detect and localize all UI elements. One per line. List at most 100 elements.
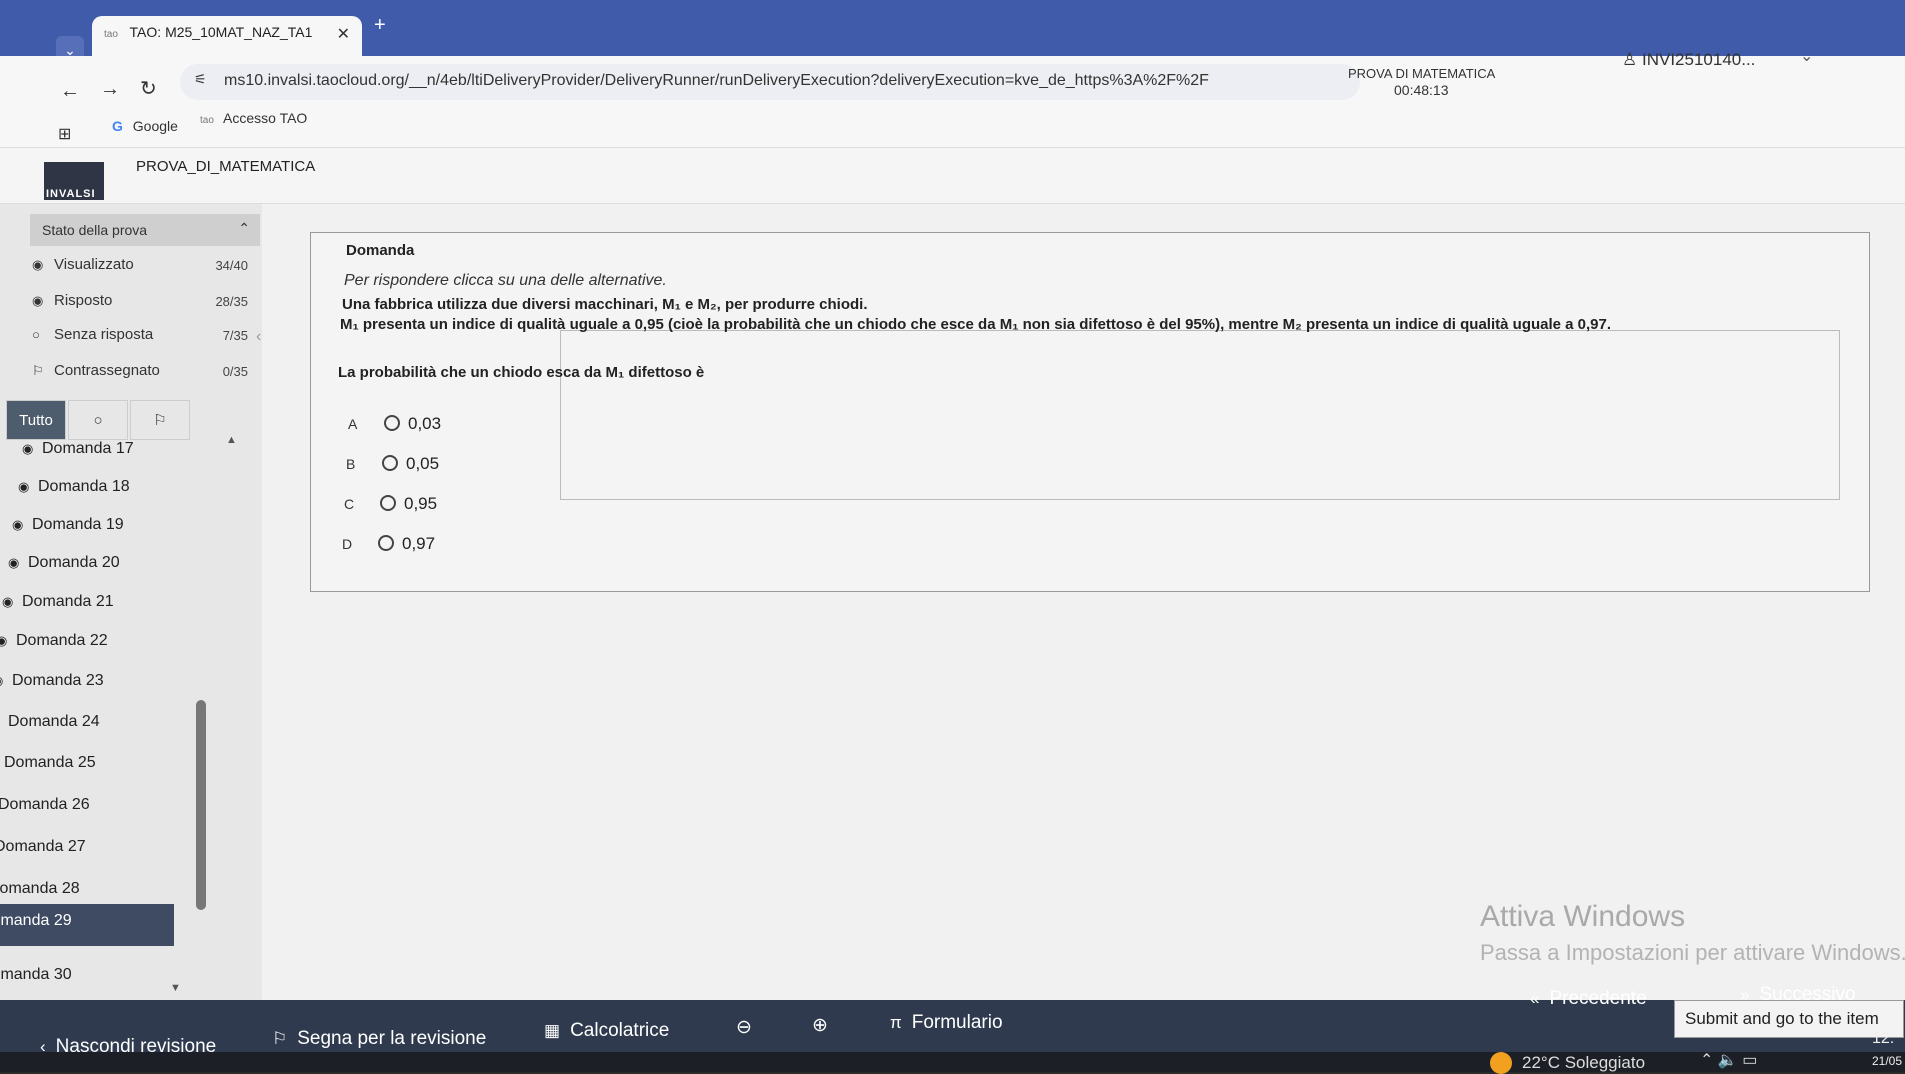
flag-icon: ⚐: [272, 1029, 288, 1048]
status-senza-risposta: ○ Senza risposta 7/35: [32, 326, 252, 356]
question-item[interactable]: ◉Domanda 24: [0, 705, 162, 741]
pi-icon: π: [890, 1013, 902, 1032]
question-item-active[interactable]: Domanda 29: [0, 904, 174, 946]
tao-favicon-icon: tao: [104, 29, 118, 40]
new-tab-button[interactable]: +: [374, 14, 386, 37]
user-info: ♙ INVI2510140...: [1622, 50, 1755, 70]
radio-filled-icon: ◉: [2, 594, 14, 609]
tab-title: TAO: M25_10MAT_NAZ_TA1: [129, 24, 313, 40]
choice-letter: B: [346, 456, 356, 472]
radio-button[interactable]: [378, 535, 394, 551]
question-inner-frame: [560, 330, 1840, 500]
taskbar-date[interactable]: 21/05: [1872, 1054, 1902, 1068]
google-icon: G: [112, 118, 123, 134]
question-item[interactable]: Domanda 26: [0, 788, 172, 824]
question-item[interactable]: ◉ Domanda 21: [2, 585, 176, 621]
formulario-button[interactable]: π Formulario: [890, 1012, 1003, 1034]
choice-value: 0,95: [404, 494, 438, 513]
status-label: Visualizzato: [54, 256, 134, 273]
previous-button[interactable]: «Precedente: [1530, 988, 1647, 1010]
radio-filled-icon: ◉: [0, 714, 8, 730]
question-item[interactable]: ◉ Domanda 20: [8, 546, 182, 582]
status-count: 0/35: [222, 364, 248, 379]
site-settings-icon[interactable]: ⚟: [194, 71, 207, 88]
collapse-sidebar-icon[interactable]: ‹: [256, 328, 261, 346]
user-id: INVI2510140...: [1641, 50, 1756, 69]
app-title: PROVA_DI_MATEMATICA: [136, 158, 316, 175]
choice-b[interactable]: B 0,05: [346, 454, 546, 484]
question-item[interactable]: ◉Domanda 23: [0, 664, 166, 700]
question-item[interactable]: ◉ Domanda 19: [12, 508, 186, 544]
status-risposto: ◉ Risposto 28/35: [32, 292, 252, 322]
radio-filled-icon: ◉: [0, 633, 8, 648]
address-bar[interactable]: ⚟ ms10.invalsi.taocloud.org/__n/4eb/ltiD…: [180, 64, 1360, 100]
choice-c[interactable]: C 0,95: [344, 494, 544, 524]
status-label: Risposto: [54, 292, 113, 309]
status-label: Contrassegnato: [54, 362, 160, 379]
radio-button[interactable]: [384, 415, 400, 431]
question-list: ◉ Domanda 17 ◉ Domanda 18 ◉ Domanda 19 ◉ Dom…: [0, 440, 200, 1010]
status-count: 7/35: [222, 328, 248, 343]
radio-button[interactable]: [380, 495, 396, 511]
filter-tutto[interactable]: Tutto: [6, 400, 66, 440]
question-item[interactable]: Domanda 25: [4, 746, 178, 782]
question-item[interactable]: Domanda 30: [0, 958, 154, 994]
flag-icon: ⚐: [32, 363, 44, 378]
sun-icon: [1490, 1052, 1512, 1074]
question-item[interactable]: Domanda 27: [0, 830, 168, 866]
question-item[interactable]: Domanda 28: [0, 872, 162, 908]
logo-text: INVALSI: [46, 188, 96, 200]
status-visualizzato: ◉ Visualizzato 34/40: [32, 256, 252, 286]
invalsi-logo: INVALSI: [44, 162, 104, 200]
forward-arrow-icon[interactable]: →: [100, 78, 120, 101]
weather-widget[interactable]: 22°C Soleggiato: [1490, 1052, 1645, 1074]
filter-flagged-icon[interactable]: ⚐: [130, 400, 190, 440]
radio-filled-icon: ◉: [0, 673, 12, 689]
status-title: Stato della prova: [42, 222, 148, 238]
user-menu-chevron-icon[interactable]: ⌄: [1800, 46, 1813, 66]
speaker-muted-icon[interactable]: 🔈: [1718, 1052, 1738, 1069]
choice-d[interactable]: D 0,97: [342, 534, 542, 564]
question-title: Domanda: [346, 242, 415, 259]
apps-grid-icon[interactable]: ⊞: [58, 124, 71, 144]
collapse-chevron-icon[interactable]: ⌃: [238, 220, 250, 237]
radio-filled-icon: ◉: [18, 479, 30, 494]
windows-activation-subtitle: Passa a Impostazioni per attivare Window…: [1480, 940, 1905, 965]
system-tray[interactable]: ⌃ 🔈 ▭: [1700, 1050, 1757, 1070]
radio-button[interactable]: [382, 455, 398, 471]
bookmark-google[interactable]: G Google: [112, 118, 178, 134]
radio-filled-icon: ◉: [8, 555, 20, 570]
question-item[interactable]: ◉ Domanda 17: [22, 440, 196, 468]
browser-tab[interactable]: tao TAO: M25_10MAT_NAZ_TA1 ✕: [92, 16, 362, 56]
bookmark-accesso-tao[interactable]: tao Accesso TAO: [200, 110, 307, 126]
network-icon[interactable]: ▭: [1742, 1052, 1757, 1069]
scroll-down-icon[interactable]: ▼: [170, 982, 181, 994]
tab-close-icon[interactable]: ✕: [337, 24, 350, 44]
calculator-button[interactable]: ▦ Calcolatrice: [544, 1020, 669, 1042]
mark-review-button[interactable]: ⚐ Segna per la revisione: [272, 1028, 486, 1050]
prova-label: PROVA DI MATEMATICA: [1348, 66, 1496, 81]
taskbar-clock[interactable]: 12:: [1872, 1030, 1894, 1048]
tao-icon: tao: [200, 115, 214, 126]
zoom-in-button[interactable]: ⊕: [812, 1014, 828, 1037]
scroll-up-icon[interactable]: ▲: [226, 434, 237, 446]
back-arrow-icon[interactable]: ←: [60, 80, 80, 103]
question-item[interactable]: ◉ Domanda 18: [18, 470, 192, 506]
filter-unanswered-icon[interactable]: ○: [68, 400, 128, 440]
choice-letter: D: [342, 536, 353, 552]
status-contrassegnato: ⚐ Contrassegnato 0/35: [32, 362, 252, 392]
choice-a[interactable]: A 0,03: [348, 414, 548, 444]
radio-filled-icon: ◉: [32, 293, 44, 308]
status-panel-header[interactable]: Stato della prova ⌃: [30, 214, 260, 246]
reload-icon[interactable]: ↻: [140, 76, 157, 101]
status-label: Senza risposta: [54, 326, 154, 343]
question-list-scrollbar[interactable]: [196, 700, 206, 910]
timer: 00:48:13: [1394, 82, 1449, 98]
zoom-out-button[interactable]: ⊖: [736, 1016, 752, 1039]
bookmark-label: Accesso TAO: [223, 110, 308, 126]
app-header: [0, 148, 1905, 204]
question-text-line2: M₁ presenta un indice di qualità uguale …: [340, 316, 1612, 333]
status-count: 28/35: [215, 294, 248, 309]
chevron-up-icon[interactable]: ⌃: [1700, 1052, 1713, 1069]
question-item[interactable]: ◉ Domanda 22: [0, 624, 170, 660]
